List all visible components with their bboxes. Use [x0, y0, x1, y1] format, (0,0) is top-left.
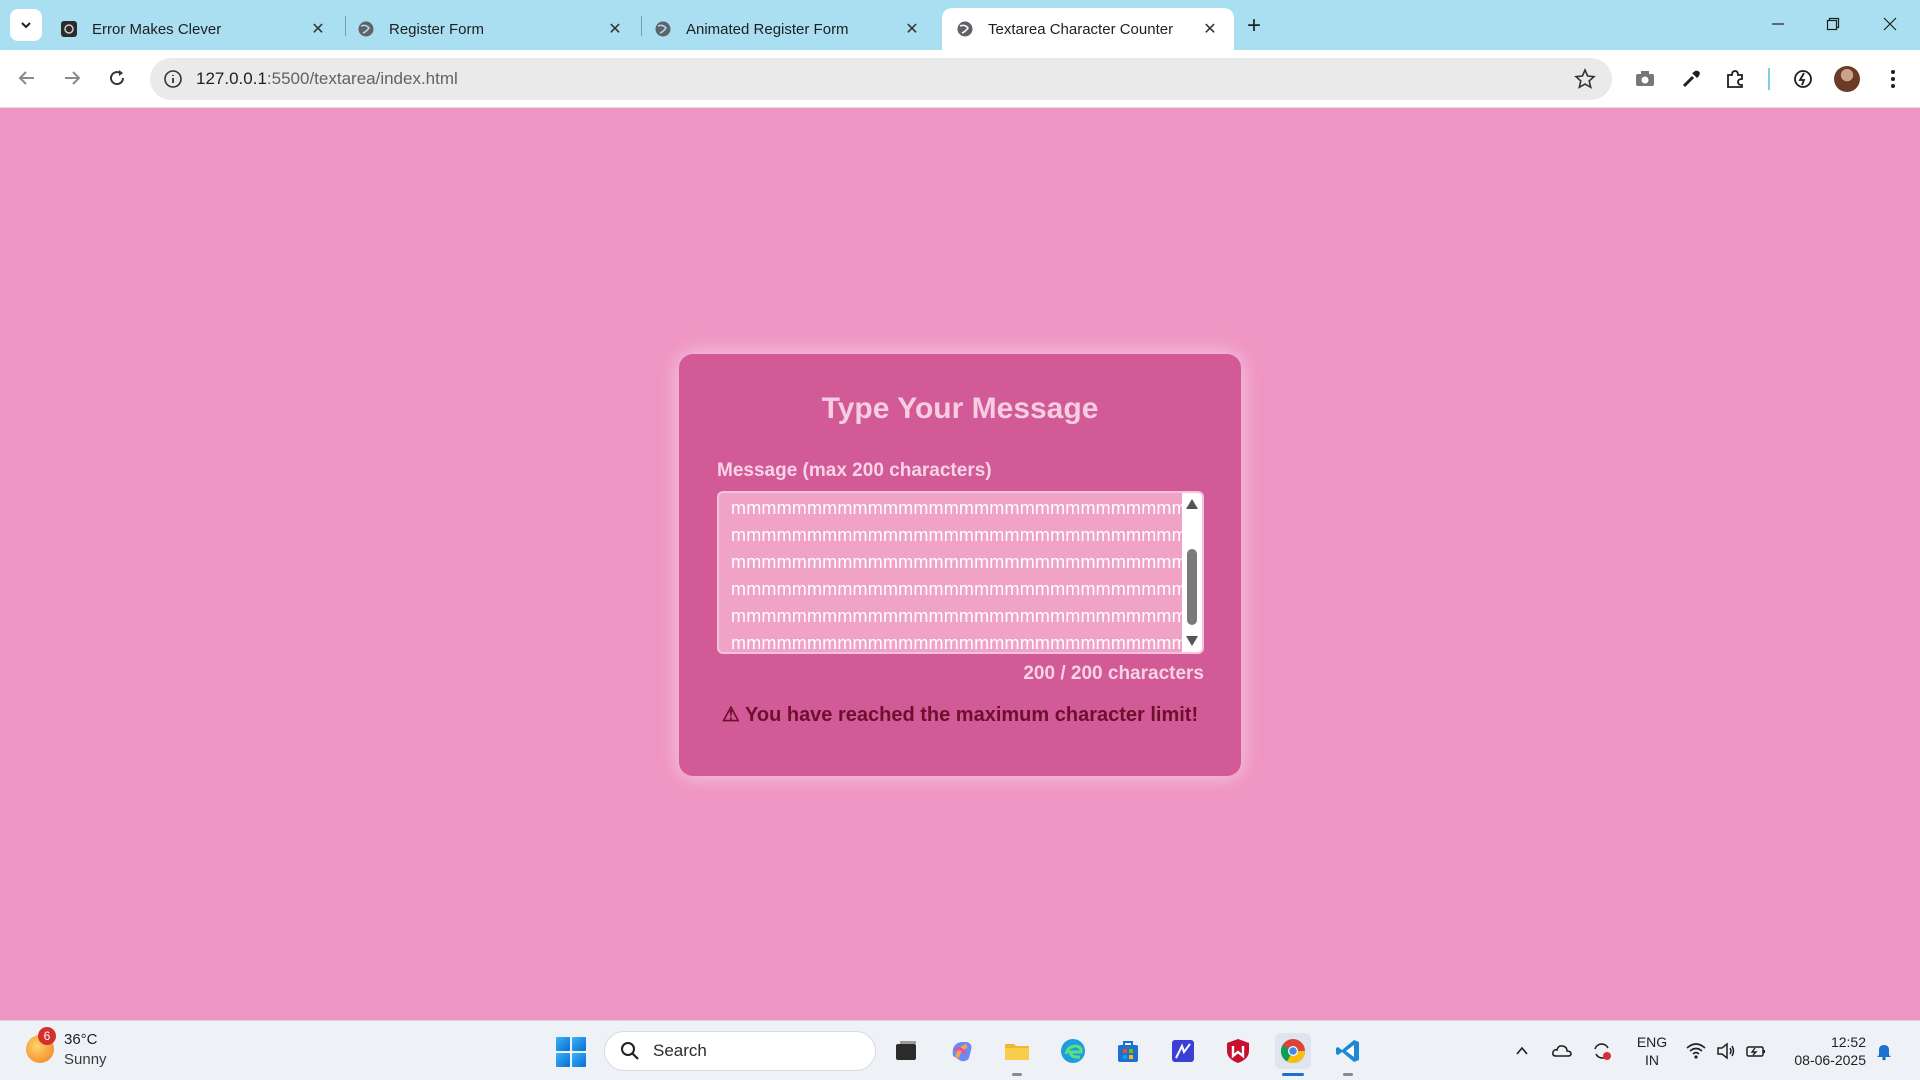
- textarea-scrollbar[interactable]: [1182, 493, 1202, 652]
- extensions-puzzle-icon[interactable]: [1722, 66, 1748, 92]
- file-explorer-icon[interactable]: [999, 1033, 1035, 1069]
- message-card: Type Your Message Message (max 200 chara…: [679, 354, 1241, 776]
- sync-status-icon[interactable]: [1590, 1039, 1614, 1063]
- running-indicator: [1343, 1073, 1353, 1076]
- url-path: :5500/textarea/index.html: [266, 69, 458, 88]
- reload-icon: [110, 70, 125, 86]
- site-favicon-icon: [60, 20, 78, 38]
- arrow-left-icon: [18, 71, 34, 85]
- clock-time: 12:52: [1830, 1034, 1866, 1050]
- close-tab-icon[interactable]: ✕: [902, 19, 922, 39]
- address-bar[interactable]: 127.0.0.1:5500/textarea/index.html: [150, 58, 1612, 100]
- reload-button[interactable]: [100, 61, 134, 95]
- textarea-value: mmmmmmmmmmmmmmmmmmmmmmmmmmmmmm mmmmmmmmm…: [731, 498, 1187, 653]
- new-tab-button[interactable]: +: [1240, 12, 1268, 40]
- globe-icon: [357, 20, 375, 38]
- search-icon: [619, 1040, 641, 1062]
- chevron-up-icon[interactable]: [1510, 1039, 1534, 1063]
- scrollbar-thumb[interactable]: [1187, 549, 1197, 625]
- bookmark-star-icon[interactable]: [1574, 67, 1596, 90]
- weather-condition: Sunny: [64, 1051, 107, 1068]
- profile-avatar[interactable]: [1834, 66, 1860, 92]
- microsoft-store-icon[interactable]: [1110, 1033, 1146, 1069]
- volume-icon[interactable]: [1714, 1039, 1738, 1063]
- message-label: Message (max 200 characters): [717, 460, 992, 481]
- message-textarea[interactable]: mmmmmmmmmmmmmmmmmmmmmmmmmmmmmm mmmmmmmmm…: [717, 491, 1204, 654]
- language-code: ENG: [1636, 1034, 1668, 1050]
- tab-title: Register Form: [389, 20, 485, 38]
- page-title: Type Your Message: [821, 392, 1099, 425]
- wifi-icon[interactable]: [1684, 1039, 1708, 1063]
- browser-toolbar: 127.0.0.1:5500/textarea/index.html: [0, 50, 1920, 108]
- limit-warning: ⚠ You have reached the maximum character…: [721, 704, 1199, 726]
- tab-title: Animated Register Form: [686, 20, 849, 38]
- task-view-icon[interactable]: [888, 1033, 924, 1069]
- restore-button[interactable]: [1815, 8, 1851, 40]
- clock-date: 08-06-2025: [1794, 1052, 1866, 1068]
- restore-icon: [1826, 17, 1840, 31]
- minimize-button[interactable]: [1760, 8, 1796, 40]
- arrow-right-icon: [65, 71, 81, 85]
- onedrive-cloud-icon[interactable]: [1550, 1039, 1574, 1063]
- region-code: IN: [1645, 1052, 1659, 1068]
- chevron-down-icon: [21, 22, 31, 29]
- search-placeholder: Search: [653, 1041, 707, 1060]
- url-text[interactable]: 127.0.0.1:5500/textarea/index.html: [196, 69, 458, 89]
- back-button[interactable]: [10, 61, 44, 95]
- system-clock[interactable]: 12:52 08-06-2025: [1782, 1033, 1866, 1069]
- editor-app-icon[interactable]: [1165, 1033, 1201, 1069]
- scroll-down-arrow-icon[interactable]: [1186, 636, 1198, 646]
- scroll-up-arrow-icon[interactable]: [1186, 499, 1198, 509]
- toolbar-separator: [1768, 68, 1770, 90]
- edge-browser-icon[interactable]: [1055, 1033, 1091, 1069]
- active-indicator: [1282, 1073, 1304, 1076]
- taskbar: 6 36°C Sunny Search ENG IN 12:52 08-06-2…: [0, 1020, 1920, 1080]
- running-indicator: [1012, 1073, 1022, 1076]
- close-tab-icon[interactable]: ✕: [308, 19, 328, 39]
- mcafee-shield-icon[interactable]: [1220, 1033, 1256, 1069]
- performance-icon[interactable]: [1790, 66, 1816, 92]
- close-tab-icon[interactable]: ✕: [605, 19, 625, 39]
- tab-register-form[interactable]: Register Form ✕: [343, 8, 639, 50]
- tab-title: Textarea Character Counter: [988, 20, 1174, 38]
- forward-button[interactable]: [55, 61, 89, 95]
- globe-icon: [956, 20, 974, 38]
- copilot-icon[interactable]: [944, 1033, 980, 1069]
- close-icon: [1883, 17, 1897, 31]
- tab-title: Error Makes Clever: [92, 20, 222, 38]
- language-indicator[interactable]: ENG IN: [1634, 1033, 1670, 1069]
- weather-temperature: 36°C: [64, 1031, 98, 1048]
- notification-bell-icon[interactable]: [1872, 1039, 1896, 1063]
- vscode-icon[interactable]: [1330, 1033, 1366, 1069]
- eyedropper-icon[interactable]: [1678, 66, 1704, 92]
- minimize-icon: [1772, 23, 1784, 25]
- tab-search-button[interactable]: [10, 9, 42, 41]
- more-menu-icon[interactable]: [1880, 66, 1906, 92]
- tab-strip: Error Makes Clever ✕ Register Form ✕ Ani…: [0, 0, 1920, 50]
- globe-icon: [654, 20, 672, 38]
- site-info-icon[interactable]: [162, 68, 184, 90]
- chrome-icon[interactable]: [1275, 1033, 1311, 1069]
- url-host: 127.0.0.1: [196, 69, 267, 88]
- windows-start-icon[interactable]: [556, 1037, 586, 1067]
- camera-icon[interactable]: [1632, 66, 1658, 92]
- tab-textarea-character-counter[interactable]: Textarea Character Counter ✕: [942, 8, 1234, 50]
- weather-badge: 6: [38, 1027, 56, 1045]
- taskbar-search-input[interactable]: Search: [604, 1031, 876, 1071]
- battery-icon[interactable]: [1744, 1039, 1768, 1063]
- close-tab-icon[interactable]: ✕: [1200, 19, 1220, 39]
- tab-error-makes-clever[interactable]: Error Makes Clever ✕: [46, 8, 342, 50]
- tab-animated-register-form[interactable]: Animated Register Form ✕: [640, 8, 936, 50]
- character-counter: 200 / 200 characters: [1023, 663, 1204, 684]
- close-window-button[interactable]: [1872, 8, 1908, 40]
